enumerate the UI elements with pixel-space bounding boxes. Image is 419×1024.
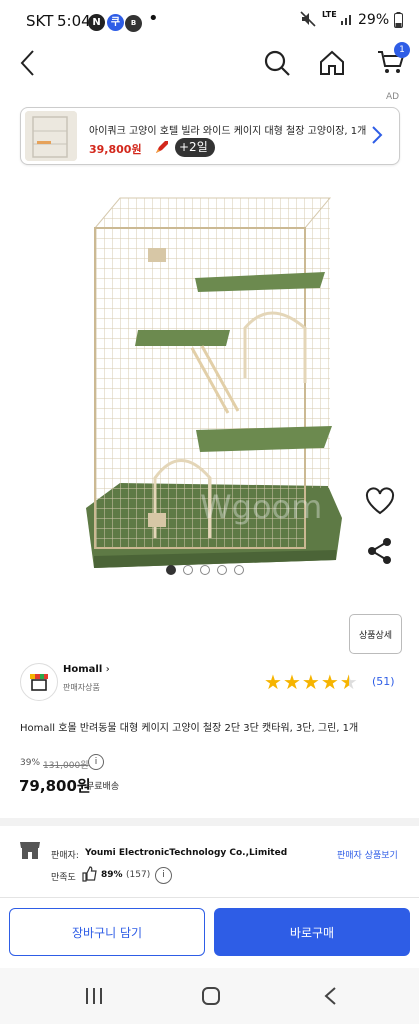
cart-count-badge: 1 (394, 42, 410, 58)
ad-price: 39,800원 (89, 143, 142, 156)
review-count[interactable]: (51) (372, 675, 395, 688)
ad-thumbnail (25, 111, 77, 161)
more-dot-icon: • (148, 8, 159, 29)
info-icon[interactable]: i (155, 867, 172, 884)
battery-icon (394, 12, 403, 32)
seller-label: 판매자: (51, 851, 79, 861)
time-text: 5:04 (57, 12, 91, 30)
status-bar: SKT 5:04 N 쿠 B • LTE 29% (0, 0, 419, 44)
home-nav-button[interactable] (193, 982, 229, 1010)
star-icon: ★ (282, 670, 301, 694)
back-nav-button[interactable] (312, 982, 348, 1010)
chevron-left-icon (20, 50, 34, 76)
rocket-icon (153, 138, 171, 160)
band-notif-icon: B (125, 11, 142, 32)
carrier-text: SKT (26, 12, 54, 30)
star-icon: ★ (301, 670, 320, 694)
satisfaction-count: (157) (126, 870, 151, 880)
gallery-dot[interactable] (183, 565, 193, 575)
back-button[interactable] (10, 46, 44, 80)
bottom-bar-divider (0, 897, 419, 898)
store-icon (30, 674, 48, 691)
watermark-text: Wgoom (200, 488, 322, 526)
gallery-pagination (166, 565, 244, 575)
seller-name-link[interactable]: Homall › (63, 664, 110, 675)
product-image[interactable]: Wgoom (80, 168, 346, 578)
seller-name: Homall (63, 664, 103, 675)
battery-text: 29% (358, 12, 390, 28)
shop-icon (18, 840, 42, 864)
satisfaction-value: 89% (101, 870, 123, 880)
back-nav-icon (324, 987, 336, 1005)
network-text: LTE (322, 10, 337, 19)
section-divider (0, 818, 419, 826)
satisfaction-label: 만족도 (51, 873, 76, 883)
seller-type: 판매자상품 (63, 683, 100, 692)
chevron-right-icon: › (105, 664, 110, 675)
discount-rate: 39% (20, 758, 41, 768)
search-button[interactable] (258, 44, 296, 82)
gallery-dot[interactable] (200, 565, 210, 575)
mute-icon (300, 10, 316, 32)
seller-company: Youmi ElectronicTechnology Co.,Limited (85, 848, 288, 858)
sale-price: 79,800원 (19, 777, 91, 795)
app-notif-icon: 쿠 (107, 11, 124, 31)
half-star-icon: ★ (339, 670, 358, 694)
heart-icon (365, 487, 395, 515)
search-icon (264, 50, 290, 76)
home-button[interactable] (313, 44, 351, 82)
ad-banner[interactable]: 아이쿼크 고양이 호텔 빌라 와이드 케이지 대형 철장 고양이장, 1개 39… (20, 107, 400, 165)
ad-title: 아이쿼크 고양이 호텔 빌라 와이드 케이지 대형 철장 고양이장, 1개 (89, 126, 367, 137)
recent-apps-button[interactable] (76, 982, 112, 1010)
seller-logo[interactable] (20, 663, 58, 701)
star-icon: ★ (264, 670, 282, 694)
share-icon (368, 538, 391, 564)
info-icon[interactable]: i (88, 754, 104, 770)
chevron-right-icon (371, 125, 383, 149)
cart-button[interactable]: 1 (370, 40, 412, 82)
signal-icon (340, 12, 354, 30)
shipping-info: 무료배송 (86, 782, 120, 792)
rating-stars[interactable]: ★ ★ ★ ★ ★ (264, 672, 358, 692)
product-title: Homall 호몰 반려동물 대형 케이지 고양이 철장 2단 3단 캣타워, … (20, 723, 359, 734)
gallery-dot[interactable] (234, 565, 244, 575)
product-detail-button[interactable]: 상품상세 (349, 614, 402, 654)
home-icon (320, 50, 344, 75)
naver-notif-icon: N (88, 11, 105, 31)
seller-products-link[interactable]: 판매자 상품보기 (337, 848, 398, 861)
home-nav-icon (202, 987, 220, 1005)
favorite-button[interactable] (363, 484, 397, 518)
gallery-dot[interactable] (166, 565, 176, 575)
recent-apps-icon (86, 988, 102, 1004)
gallery-dot[interactable] (217, 565, 227, 575)
ad-delivery-badge: +2일 (175, 138, 215, 157)
ad-label: AD (386, 92, 400, 102)
share-button[interactable] (365, 536, 395, 566)
buy-now-button[interactable]: 바로구매 (214, 908, 410, 956)
thumbs-up-icon (82, 866, 98, 886)
original-price: 131,000원 (43, 761, 89, 771)
system-nav-bar (0, 968, 419, 1024)
add-to-cart-button[interactable]: 장바구니 담기 (9, 908, 205, 956)
star-icon: ★ (320, 670, 339, 694)
